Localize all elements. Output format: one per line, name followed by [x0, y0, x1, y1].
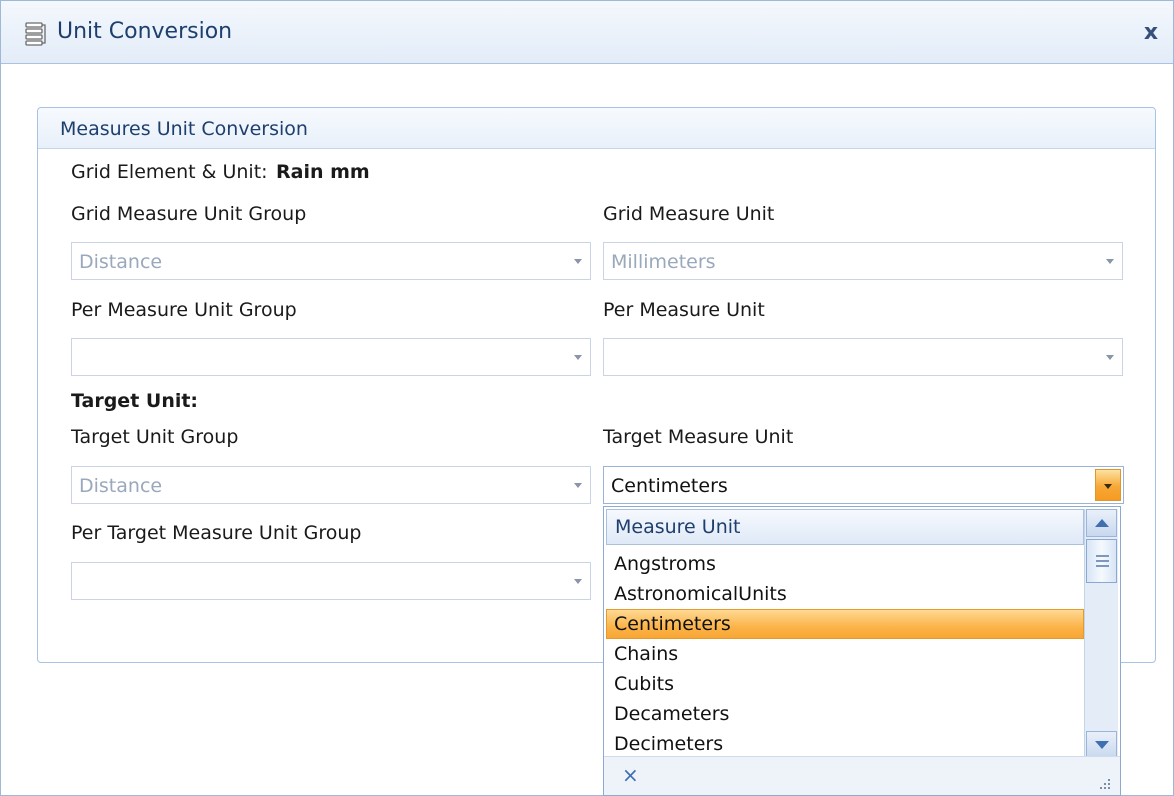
dropdown-header-label: Measure Unit: [615, 516, 741, 538]
list-item-selected[interactable]: Centimeters: [606, 609, 1084, 639]
chevron-down-icon[interactable]: [1106, 259, 1114, 264]
chevron-down-icon[interactable]: [574, 483, 582, 488]
per-measure-unit-label: Per Measure Unit: [603, 299, 765, 321]
list-item[interactable]: Cubits: [606, 669, 1084, 699]
title-bar: Unit Conversion x: [1, 1, 1173, 64]
grid-measure-unit-group-value: Distance: [79, 251, 163, 273]
grid-measure-unit-label: Grid Measure Unit: [603, 203, 775, 225]
list-item[interactable]: Decameters: [606, 699, 1084, 729]
list-item[interactable]: AstronomicalUnits: [606, 579, 1084, 609]
per-measure-unit-group-label: Per Measure Unit Group: [71, 299, 297, 321]
dropdown-column-header[interactable]: Measure Unit: [606, 509, 1084, 545]
grip-line: [1096, 560, 1109, 562]
scrollbar-thumb[interactable]: [1086, 539, 1117, 583]
per-target-measure-unit-group-label: Per Target Measure Unit Group: [71, 522, 362, 544]
grid-measure-unit-group-select[interactable]: Distance: [71, 242, 591, 280]
chevron-down-icon[interactable]: [1104, 484, 1112, 489]
dropdown-footer: ×: [604, 756, 1120, 795]
clear-icon[interactable]: ×: [622, 763, 639, 787]
grid-element-label: Grid Element & Unit:: [71, 161, 268, 183]
target-unit-heading: Target Unit:: [71, 390, 199, 412]
chevron-down-icon[interactable]: [1106, 355, 1114, 360]
target-measure-unit-select[interactable]: Centimeters: [603, 466, 1124, 504]
grid-element-value: Rain mm: [276, 161, 370, 183]
target-measure-unit-value: Centimeters: [611, 475, 728, 497]
measure-unit-list: Angstroms AstronomicalUnits Centimeters …: [606, 549, 1086, 759]
scroll-down-button[interactable]: [1086, 731, 1117, 759]
target-unit-group-select[interactable]: Distance: [71, 466, 591, 504]
grid-measure-unit-select[interactable]: Millimeters: [603, 242, 1123, 280]
per-measure-unit-select[interactable]: [603, 338, 1123, 376]
measure-unit-dropdown-popup: Measure Unit Angstroms AstronomicalUnits…: [603, 506, 1121, 796]
chevron-down-icon[interactable]: [574, 259, 582, 264]
chevron-down-icon[interactable]: [574, 579, 582, 584]
chevron-down-icon[interactable]: [574, 355, 582, 360]
group-title: Measures Unit Conversion: [60, 118, 308, 140]
target-measure-unit-label: Target Measure Unit: [603, 426, 794, 448]
scroll-up-button[interactable]: [1086, 509, 1117, 537]
per-measure-unit-group-select[interactable]: [71, 338, 591, 376]
target-unit-group-label: Target Unit Group: [71, 426, 239, 448]
window-title: Unit Conversion: [57, 19, 233, 44]
group-header: Measures Unit Conversion: [38, 108, 1155, 149]
grip-line: [1096, 565, 1109, 567]
list-item[interactable]: Chains: [606, 639, 1084, 669]
grid-measure-unit-group-label: Grid Measure Unit Group: [71, 203, 307, 225]
grid-measure-unit-value: Millimeters: [611, 251, 716, 273]
dropdown-button[interactable]: [1095, 469, 1121, 501]
close-button[interactable]: x: [1137, 19, 1165, 47]
arrow-up-icon[interactable]: [1095, 519, 1109, 527]
vertical-scrollbar[interactable]: [1084, 509, 1118, 759]
close-icon[interactable]: x: [1144, 20, 1158, 45]
grip-line: [1096, 555, 1109, 557]
per-target-measure-unit-group-select[interactable]: [71, 562, 591, 600]
conversion-icon: [25, 22, 46, 46]
resize-grip-icon[interactable]: [1096, 775, 1112, 791]
target-unit-group-value: Distance: [79, 475, 163, 497]
arrow-down-icon[interactable]: [1095, 741, 1109, 749]
list-item[interactable]: Decimeters: [606, 729, 1084, 759]
list-item[interactable]: Angstroms: [606, 549, 1084, 579]
